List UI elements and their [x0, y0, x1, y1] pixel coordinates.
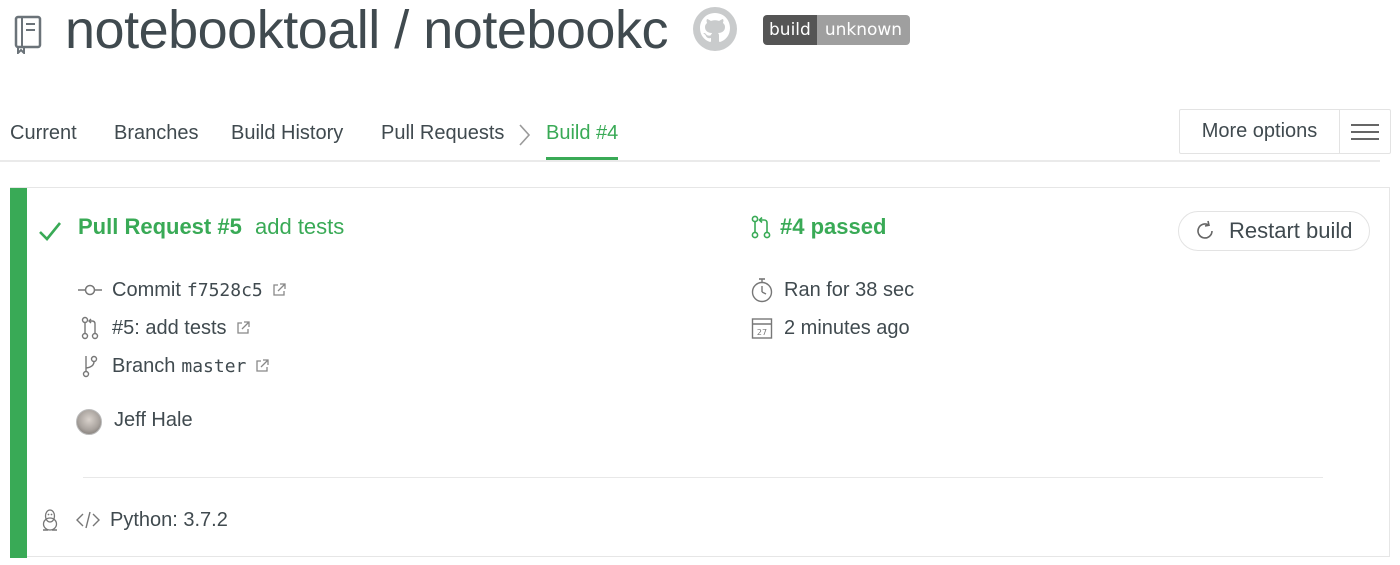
card-divider — [83, 477, 1323, 478]
restart-build-label: Restart build — [1229, 218, 1353, 243]
branch-icon — [78, 354, 102, 378]
commit-label[interactable]: Commit — [112, 279, 181, 302]
branch-name[interactable]: master — [181, 356, 246, 377]
tabs-divider — [0, 160, 1380, 162]
commit-icon — [78, 278, 102, 302]
duration-row: Ran for 38 sec — [750, 276, 914, 304]
branch-label[interactable]: Branch — [112, 355, 175, 378]
pull-request-icon — [78, 316, 102, 340]
github-icon[interactable] — [692, 6, 738, 52]
tab-build-history[interactable]: Build History — [231, 122, 343, 145]
badge-value: unknown — [816, 15, 911, 45]
build-result-text[interactable]: #4 passed — [780, 214, 886, 240]
chevron-right-icon — [519, 124, 531, 146]
build-summary-card: Pull Request #5 add tests Commit f7528c5… — [10, 187, 1390, 558]
pull-request-link[interactable]: #5: add tests — [112, 317, 227, 340]
external-link-icon[interactable] — [235, 320, 251, 336]
restart-build-button[interactable]: Restart build — [1178, 211, 1370, 251]
branch-row: Branch master — [78, 353, 270, 379]
hamburger-menu-icon[interactable] — [1340, 110, 1390, 153]
tab-current[interactable]: Current — [10, 122, 77, 145]
language-version: Python: 3.7.2 — [110, 508, 228, 531]
commit-message: add tests — [255, 214, 345, 239]
more-options-button[interactable]: More options — [1179, 109, 1391, 154]
build-tabs: Current Branches Build History Pull Requ… — [10, 108, 1380, 162]
code-icon — [76, 508, 100, 532]
tab-branches[interactable]: Branches — [114, 122, 199, 145]
build-status-badge[interactable]: build unknown — [763, 15, 911, 45]
more-options-label: More options — [1180, 110, 1340, 153]
pull-request-title-link[interactable]: Pull Request #5 — [78, 214, 242, 240]
environment-row: Python: 3.7.2 — [38, 507, 228, 533]
tab-build-4[interactable]: Build #4 — [546, 122, 618, 145]
finished-row: 27 2 minutes ago — [750, 314, 910, 342]
author-avatar — [76, 409, 102, 435]
tab-pull-requests[interactable]: Pull Requests — [381, 122, 504, 145]
stopwatch-icon — [750, 277, 774, 303]
build-result: #4 passed — [750, 214, 886, 240]
calendar-day: 27 — [757, 328, 767, 337]
repo-header: notebooktoall / notebookc build unknown — [0, 0, 1400, 70]
repo-icon — [14, 15, 42, 54]
build-finished-time: 2 minutes ago — [784, 316, 910, 339]
pull-request-row: #5: add tests — [78, 315, 251, 341]
author-name: Jeff Hale — [114, 409, 193, 431]
status-bar — [10, 188, 27, 558]
commit-row: Commit f7528c5 — [78, 277, 287, 303]
repo-title[interactable]: notebooktoall / notebookc — [65, 0, 668, 60]
calendar-icon: 27 — [750, 315, 774, 341]
external-link-icon[interactable] — [271, 282, 287, 298]
linux-penguin-icon — [38, 508, 62, 532]
pull-request-icon — [751, 215, 771, 239]
checkmark-icon — [39, 222, 62, 241]
build-duration: Ran for 38 sec — [784, 278, 915, 301]
commit-sha[interactable]: f7528c5 — [187, 280, 263, 301]
restart-icon — [1197, 220, 1213, 239]
external-link-icon[interactable] — [254, 358, 270, 374]
badge-label: build — [763, 15, 817, 45]
